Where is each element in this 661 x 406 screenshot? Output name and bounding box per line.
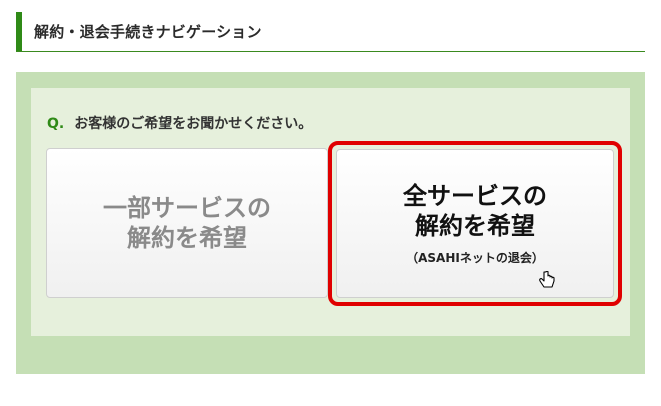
partial-cancel-line2: 解約を希望 — [127, 224, 247, 252]
partial-cancel-button[interactable]: 一部サービスの 解約を希望 — [46, 148, 328, 298]
navigation-panel: Q. お客様のご希望をお聞かせください。 一部サービスの 解約を希望 全サービスの… — [16, 72, 645, 374]
question-line: Q. お客様のご希望をお聞かせください。 — [47, 113, 312, 133]
full-cancel-button[interactable]: 全サービスの 解約を希望 （ASAHIネットの退会） — [336, 149, 614, 298]
header-accent-bar — [16, 12, 22, 51]
hand-pointer-icon — [539, 271, 555, 288]
full-cancel-line1: 全サービスの — [403, 182, 547, 210]
full-cancel-line2: 解約を希望 — [415, 212, 535, 240]
partial-cancel-line1: 一部サービスの — [103, 194, 271, 222]
question-box: Q. お客様のご希望をお聞かせください。 一部サービスの 解約を希望 全サービスの… — [31, 88, 630, 336]
full-cancel-subtext: （ASAHIネットの退会） — [406, 251, 544, 265]
selected-highlight: 全サービスの 解約を希望 （ASAHIネットの退会） — [328, 141, 622, 306]
page-title: 解約・退会手続きナビゲーション — [34, 23, 262, 41]
page-header: 解約・退会手続きナビゲーション — [16, 12, 645, 52]
question-prefix: Q. — [47, 116, 65, 132]
question-text: お客様のご希望をお聞かせください。 — [74, 116, 313, 132]
